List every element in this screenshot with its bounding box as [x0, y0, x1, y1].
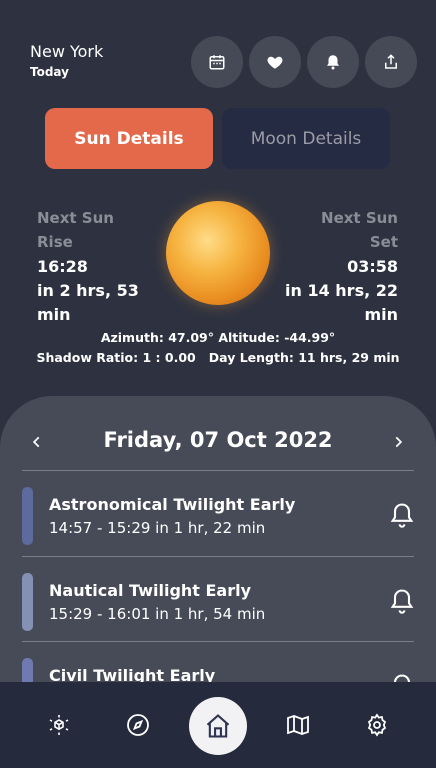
- heart-icon: [267, 56, 283, 69]
- sun-rise-time: 16:28: [37, 257, 88, 276]
- settings-icon: [367, 713, 387, 737]
- sun-set-label: Next Sun Set: [248, 206, 398, 254]
- event-color-bar: [22, 487, 33, 545]
- map-icon: [287, 715, 309, 735]
- event-time: 14:57 - 15:29 in 1 hr, 22 min: [49, 519, 266, 537]
- sun-set-label-line1: Next Sun: [321, 209, 398, 227]
- sun-set-time: 03:58: [347, 257, 398, 276]
- nav-compass[interactable]: [124, 711, 152, 739]
- sun-set-label-line2: Set: [369, 233, 398, 251]
- calendar-icon: [209, 55, 225, 70]
- home-icon: [206, 714, 230, 738]
- sun-shadow-stats: Shadow Ratio: 1 : 0.00 Day Length: 11 hr…: [36, 350, 400, 365]
- list-item[interactable]: Astronomical Twilight Early 14:57 - 15:2…: [0, 471, 436, 557]
- location-subtitle: Today: [30, 65, 69, 79]
- date-selector: Friday, 07 Oct 2022: [0, 428, 436, 458]
- ar-cube-icon: [49, 715, 69, 735]
- sun-position-stats: Azimuth: 47.09° Altitude: -44.99°: [100, 330, 336, 345]
- event-time: 15:29 - 16:01 in 1 hr, 54 min: [49, 605, 266, 623]
- event-name: Nautical Twilight Early: [49, 581, 252, 600]
- list-item[interactable]: Nautical Twilight Early 15:29 - 16:01 in…: [0, 557, 436, 643]
- sun-rise-label-line2: Rise: [37, 233, 73, 251]
- chevron-right-icon: [395, 436, 403, 448]
- notifications-button[interactable]: [307, 36, 359, 88]
- compass-icon: [127, 714, 149, 736]
- bell-icon: [327, 55, 339, 70]
- sun-rise-label-line1: Next Sun: [37, 209, 114, 227]
- schedule-date: Friday, 07 Oct 2022: [103, 428, 333, 452]
- previous-day-button[interactable]: [25, 430, 49, 454]
- sun-rise-label: Next Sun Rise: [37, 206, 177, 254]
- share-button[interactable]: [365, 36, 417, 88]
- next-sun-set: Next Sun Set 03:58 in 14 hrs, 22 min: [248, 206, 398, 327]
- nav-map[interactable]: [284, 711, 312, 739]
- header: New York Today: [0, 0, 436, 100]
- event-color-bar: [22, 573, 33, 631]
- next-day-button[interactable]: [386, 430, 410, 454]
- share-icon: [385, 54, 397, 69]
- chevron-left-icon: [32, 436, 40, 448]
- nav-settings[interactable]: [363, 711, 391, 739]
- sun-rise-relative: in 2 hrs, 53 min: [37, 281, 139, 324]
- bell-outline-icon[interactable]: [388, 587, 416, 615]
- tab-moon-details[interactable]: Moon Details: [222, 108, 390, 169]
- location-city: New York: [30, 42, 104, 61]
- event-name: Astronomical Twilight Early: [49, 495, 296, 514]
- tab-sun-details[interactable]: Sun Details: [45, 108, 213, 169]
- bell-outline-icon[interactable]: [388, 501, 416, 529]
- favorite-button[interactable]: [249, 36, 301, 88]
- nav-ar-view[interactable]: [45, 711, 73, 739]
- next-sun-rise: Next Sun Rise 16:28 in 2 hrs, 53 min: [37, 206, 177, 327]
- sun-set-relative: in 14 hrs, 22 min: [285, 281, 398, 324]
- calendar-button[interactable]: [191, 36, 243, 88]
- location[interactable]: New York Today: [30, 42, 103, 79]
- nav-home[interactable]: [189, 697, 247, 755]
